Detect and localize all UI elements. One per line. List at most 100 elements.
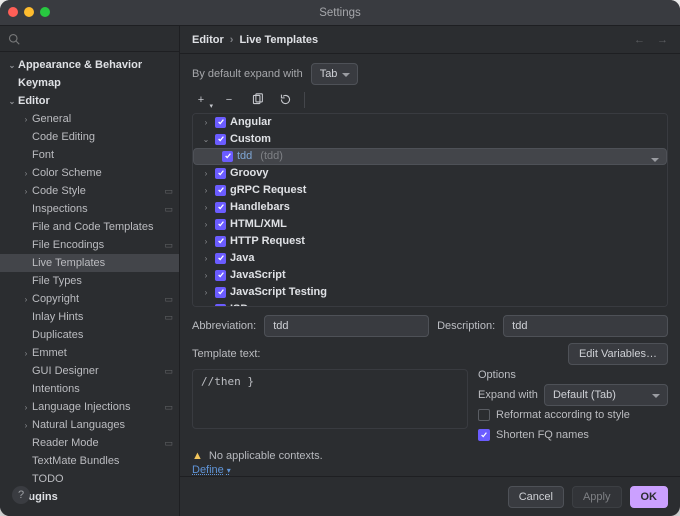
- checkbox[interactable]: [215, 134, 226, 145]
- description-label: Description:: [437, 320, 495, 332]
- copy-template-button[interactable]: [248, 91, 266, 109]
- template-group[interactable]: ›JavaScript: [193, 267, 667, 284]
- options-panel: Options Expand with Default (Tab) Reform…: [478, 369, 668, 445]
- sidebar: ⌄Appearance & BehaviorKeymap⌄Editor›Gene…: [0, 26, 180, 516]
- project-scope-icon: ▭: [164, 204, 173, 215]
- checkbox[interactable]: [215, 168, 226, 179]
- edit-variables-button[interactable]: Edit Variables…: [568, 343, 668, 365]
- options-title: Options: [478, 369, 668, 381]
- template-group[interactable]: ›gRPC Request: [193, 182, 667, 199]
- checkbox[interactable]: [215, 219, 226, 230]
- project-scope-icon: ▭: [164, 312, 173, 323]
- description-input[interactable]: [503, 315, 668, 337]
- checkbox[interactable]: [215, 304, 226, 307]
- define-context-link[interactable]: Define ▾: [192, 464, 668, 476]
- sidebar-item-gui-designer[interactable]: GUI Designer▭: [0, 362, 179, 380]
- warning-icon: ▲: [192, 450, 203, 462]
- abbrev-label: Abbreviation:: [192, 320, 256, 332]
- template-group[interactable]: ›Handlebars: [193, 199, 667, 216]
- shorten-fq-checkbox[interactable]: [478, 429, 490, 441]
- settings-tree[interactable]: ⌄Appearance & BehaviorKeymap⌄Editor›Gene…: [0, 52, 179, 516]
- close-window-button[interactable]: [8, 7, 18, 17]
- template-toolbar: +▾ −: [192, 86, 668, 112]
- expand-with-option-label: Expand with: [478, 389, 538, 401]
- reformat-label: Reformat according to style: [496, 409, 630, 421]
- help-button[interactable]: ?: [12, 486, 30, 504]
- template-form: Abbreviation: Description:: [192, 315, 668, 337]
- breadcrumb: Editor›Live Templates: [192, 34, 318, 46]
- template-group[interactable]: ›JavaScript Testing: [193, 284, 667, 301]
- sidebar-item-copyright[interactable]: ›Copyright▭: [0, 290, 179, 308]
- sidebar-item-file-types[interactable]: File Types: [0, 272, 179, 290]
- checkbox[interactable]: [222, 151, 233, 162]
- checkbox[interactable]: [215, 287, 226, 298]
- checkbox[interactable]: [215, 236, 226, 247]
- template-item[interactable]: tdd(tdd): [193, 148, 667, 165]
- sidebar-item-natural-languages[interactable]: ›Natural Languages: [0, 416, 179, 434]
- nav-forward-icon[interactable]: →: [657, 34, 668, 46]
- sidebar-item-keymap[interactable]: Keymap: [0, 74, 179, 92]
- template-text-label: Template text:: [192, 348, 260, 360]
- template-group[interactable]: ›HTML/XML: [193, 216, 667, 233]
- sidebar-item-appearance-behavior[interactable]: ⌄Appearance & Behavior: [0, 56, 179, 74]
- sidebar-item-language-injections[interactable]: ›Language Injections▭: [0, 398, 179, 416]
- nav-back-icon[interactable]: ←: [634, 34, 645, 46]
- settings-window: Settings ⌄Appearance & BehaviorKeymap⌄Ed…: [0, 0, 680, 516]
- checkbox[interactable]: [215, 117, 226, 128]
- search-bar[interactable]: [0, 26, 179, 52]
- revert-template-button[interactable]: [276, 91, 294, 109]
- sidebar-item-file-and-code-templates[interactable]: File and Code Templates: [0, 218, 179, 236]
- sidebar-item-general[interactable]: ›General: [0, 110, 179, 128]
- template-group[interactable]: ⌄ISD: [193, 301, 667, 307]
- sidebar-item-inlay-hints[interactable]: Inlay Hints▭: [0, 308, 179, 326]
- template-editor[interactable]: //then }: [192, 369, 468, 429]
- dialog-footer: Cancel Apply OK: [180, 476, 680, 516]
- abbrev-input[interactable]: [264, 315, 429, 337]
- sidebar-item-code-style[interactable]: ›Code Style▭: [0, 182, 179, 200]
- template-group[interactable]: ›Java: [193, 250, 667, 267]
- sidebar-item-file-encodings[interactable]: File Encodings▭: [0, 236, 179, 254]
- template-group[interactable]: ⌄Custom: [193, 131, 667, 148]
- context-warning: ▲ No applicable contexts.: [192, 450, 668, 462]
- sidebar-item-emmet[interactable]: ›Emmet: [0, 344, 179, 362]
- checkbox[interactable]: [215, 270, 226, 281]
- project-scope-icon: ▭: [164, 438, 173, 449]
- expand-with-option-select[interactable]: Default (Tab): [544, 384, 668, 406]
- cancel-button[interactable]: Cancel: [508, 486, 564, 508]
- sidebar-item-inspections[interactable]: Inspections▭: [0, 200, 179, 218]
- sidebar-item-color-scheme[interactable]: ›Color Scheme: [0, 164, 179, 182]
- template-group[interactable]: ›HTTP Request: [193, 233, 667, 250]
- reformat-checkbox[interactable]: [478, 409, 490, 421]
- checkbox[interactable]: [215, 253, 226, 264]
- add-template-button[interactable]: +▾: [192, 91, 210, 109]
- ok-button[interactable]: OK: [630, 486, 669, 508]
- project-scope-icon: ▭: [164, 294, 173, 305]
- remove-template-button[interactable]: −: [220, 91, 238, 109]
- sidebar-item-todo[interactable]: TODO: [0, 470, 179, 488]
- checkbox[interactable]: [215, 202, 226, 213]
- main-panel: Editor›Live Templates ← → By default exp…: [180, 26, 680, 516]
- project-scope-icon: ▭: [164, 240, 173, 251]
- sidebar-item-textmate-bundles[interactable]: TextMate Bundles: [0, 452, 179, 470]
- traffic-lights: [8, 7, 50, 17]
- sidebar-item-intentions[interactable]: Intentions: [0, 380, 179, 398]
- template-group[interactable]: ›Groovy: [193, 165, 667, 182]
- project-scope-icon: ▭: [164, 366, 173, 377]
- minimize-window-button[interactable]: [24, 7, 34, 17]
- sidebar-item-editor[interactable]: ⌄Editor: [0, 92, 179, 110]
- search-icon: [8, 33, 20, 45]
- checkbox[interactable]: [215, 185, 226, 196]
- sidebar-item-code-editing[interactable]: Code Editing: [0, 128, 179, 146]
- project-scope-icon: ▭: [164, 402, 173, 413]
- shorten-fq-label: Shorten FQ names: [496, 429, 589, 441]
- template-tree[interactable]: ›Angular⌄Customtdd(tdd)›Groovy›gRPC Requ…: [192, 113, 668, 307]
- sidebar-item-reader-mode[interactable]: Reader Mode▭: [0, 434, 179, 452]
- sidebar-item-live-templates[interactable]: Live Templates: [0, 254, 179, 272]
- sidebar-item-duplicates[interactable]: Duplicates: [0, 326, 179, 344]
- sidebar-item-font[interactable]: Font: [0, 146, 179, 164]
- expand-with-select[interactable]: Tab: [311, 63, 359, 85]
- titlebar: Settings: [0, 0, 680, 26]
- apply-button[interactable]: Apply: [572, 486, 622, 508]
- zoom-window-button[interactable]: [40, 7, 50, 17]
- template-group[interactable]: ›Angular: [193, 114, 667, 131]
